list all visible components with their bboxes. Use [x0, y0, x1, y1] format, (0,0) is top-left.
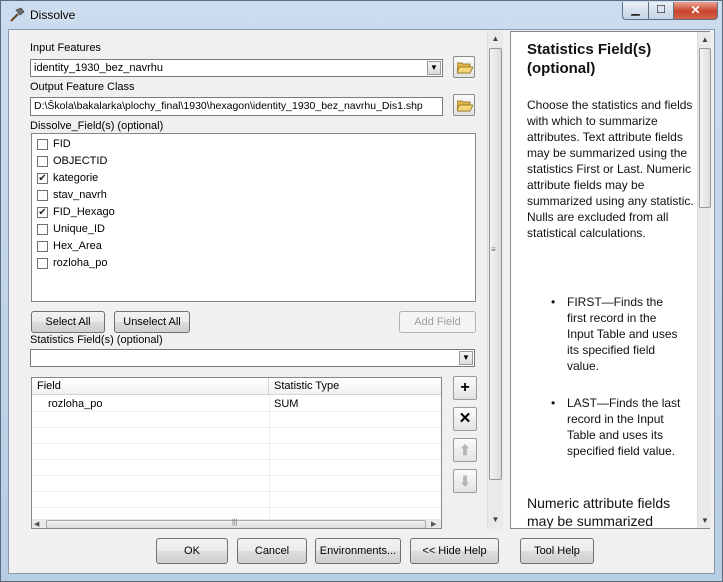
scroll-thumb[interactable] — [699, 48, 711, 208]
checkbox-checked[interactable]: ✔ — [37, 173, 48, 184]
remove-row-button[interactable]: ✕ — [453, 407, 477, 431]
statistics-table: Field Statistic Type rozloha_po SUM ◀ ||… — [31, 377, 442, 529]
maximize-button[interactable]: ☐ — [648, 2, 674, 20]
add-field-button[interactable]: Add Field — [399, 311, 476, 333]
chevron-down-icon[interactable]: ▼ — [459, 351, 473, 365]
statistics-field-combo[interactable]: ▼ — [30, 349, 475, 367]
minimize-button[interactable]: ▁ — [622, 2, 649, 20]
statistics-fields-label: Statistics Field(s) (optional) — [30, 334, 163, 346]
bullet-icon: • — [551, 396, 556, 410]
help-pane: Statistics Field(s) (optional) Choose th… — [510, 31, 710, 529]
row-divider — [32, 459, 441, 460]
output-class-input[interactable]: D:\Škola\bakalarka\plochy_final\1930\hex… — [30, 97, 443, 116]
scroll-down-icon[interactable]: ▼ — [698, 513, 712, 528]
select-all-button[interactable]: Select All — [31, 311, 105, 333]
form-vertical-scrollbar[interactable]: ▲ ≡ ▼ — [487, 31, 503, 529]
arrow-down-icon: ⬇ — [459, 473, 471, 489]
row-divider — [32, 475, 441, 476]
close-button[interactable]: ✕ — [673, 2, 718, 20]
folder-open-icon — [457, 100, 473, 112]
table-horizontal-scrollbar[interactable]: ◀ ||| ▶ — [32, 519, 441, 528]
scroll-left-icon[interactable]: ◀ — [34, 520, 39, 528]
scroll-down-icon[interactable]: ▼ — [488, 512, 503, 527]
hide-help-button[interactable]: << Hide Help — [410, 538, 499, 564]
plus-icon: + — [460, 379, 470, 396]
help-title: Statistics Field(s) (optional) — [527, 41, 652, 77]
ok-button[interactable]: OK — [156, 538, 228, 564]
row-divider — [32, 427, 441, 428]
checkbox[interactable] — [37, 190, 48, 201]
column-header-statistic-type[interactable]: Statistic Type — [269, 378, 441, 395]
folder-open-icon — [457, 62, 473, 74]
row-divider — [32, 507, 441, 508]
help-tail-text: Numeric attribute fields may be summariz… — [527, 495, 671, 529]
bullet-icon: • — [551, 295, 556, 309]
grip-icon: ≡ — [491, 245, 496, 254]
move-down-button[interactable]: ⬇ — [453, 469, 477, 493]
checkbox-checked[interactable]: ✔ — [37, 207, 48, 218]
scroll-up-icon[interactable]: ▲ — [488, 31, 503, 46]
column-divider — [269, 395, 270, 520]
tool-help-button[interactable]: Tool Help — [520, 538, 594, 564]
grip-icon: ||| — [232, 519, 238, 526]
add-row-button[interactable]: + — [453, 376, 477, 400]
checkbox[interactable] — [37, 139, 48, 150]
arrow-up-icon: ⬆ — [459, 442, 471, 458]
dissolve-fields-label: Dissolve_Field(s) (optional) — [30, 120, 164, 132]
help-paragraph: Choose the statistics and fields with wh… — [527, 98, 694, 240]
scroll-right-icon[interactable]: ▶ — [431, 520, 436, 528]
browse-input-button[interactable] — [453, 56, 475, 78]
unselect-all-button[interactable]: Unselect All — [114, 311, 190, 333]
table-cell-statistic[interactable]: SUM — [274, 398, 298, 410]
delete-x-icon: ✕ — [458, 410, 472, 427]
scroll-thumb[interactable] — [489, 48, 502, 480]
scroll-up-icon[interactable]: ▲ — [698, 32, 712, 47]
output-class-value: D:\Škola\bakalarka\plochy_final\1930\hex… — [34, 100, 423, 112]
row-divider — [32, 411, 441, 412]
table-cell-field[interactable]: rozloha_po — [48, 398, 102, 410]
row-divider — [32, 443, 441, 444]
hammer-icon — [9, 7, 25, 23]
row-divider — [32, 491, 441, 492]
help-bullet-last: LAST—Finds the last record in the Input … — [567, 396, 681, 458]
help-bullet-first: FIRST—Finds the first record in the Inpu… — [567, 295, 678, 373]
title-bar[interactable]: Dissolve ▁ ☐ ✕ — [1, 1, 722, 29]
checkbox[interactable] — [37, 156, 48, 167]
checkbox[interactable] — [37, 241, 48, 252]
output-class-label: Output Feature Class — [30, 81, 135, 93]
cancel-button[interactable]: Cancel — [237, 538, 307, 564]
checkbox[interactable] — [37, 258, 48, 269]
dissolve-field-list: FID OBJECTID ✔ kategorie stav_navrh ✔ FID_… — [31, 133, 476, 302]
input-features-value: identity_1930_bez_navrhu — [34, 62, 164, 74]
browse-output-button[interactable] — [453, 94, 475, 116]
chevron-down-icon[interactable]: ▼ — [427, 61, 441, 75]
column-header-field[interactable]: Field — [32, 378, 269, 395]
input-features-label: Input Features — [30, 42, 101, 54]
window-title: Dissolve — [30, 8, 76, 22]
move-up-button[interactable]: ⬆ — [453, 438, 477, 462]
help-vertical-scrollbar[interactable]: ▲ ▼ — [697, 32, 711, 528]
input-features-combo[interactable]: identity_1930_bez_navrhu ▼ — [30, 59, 443, 77]
environments-button[interactable]: Environments... — [315, 538, 401, 564]
checkbox[interactable] — [37, 224, 48, 235]
